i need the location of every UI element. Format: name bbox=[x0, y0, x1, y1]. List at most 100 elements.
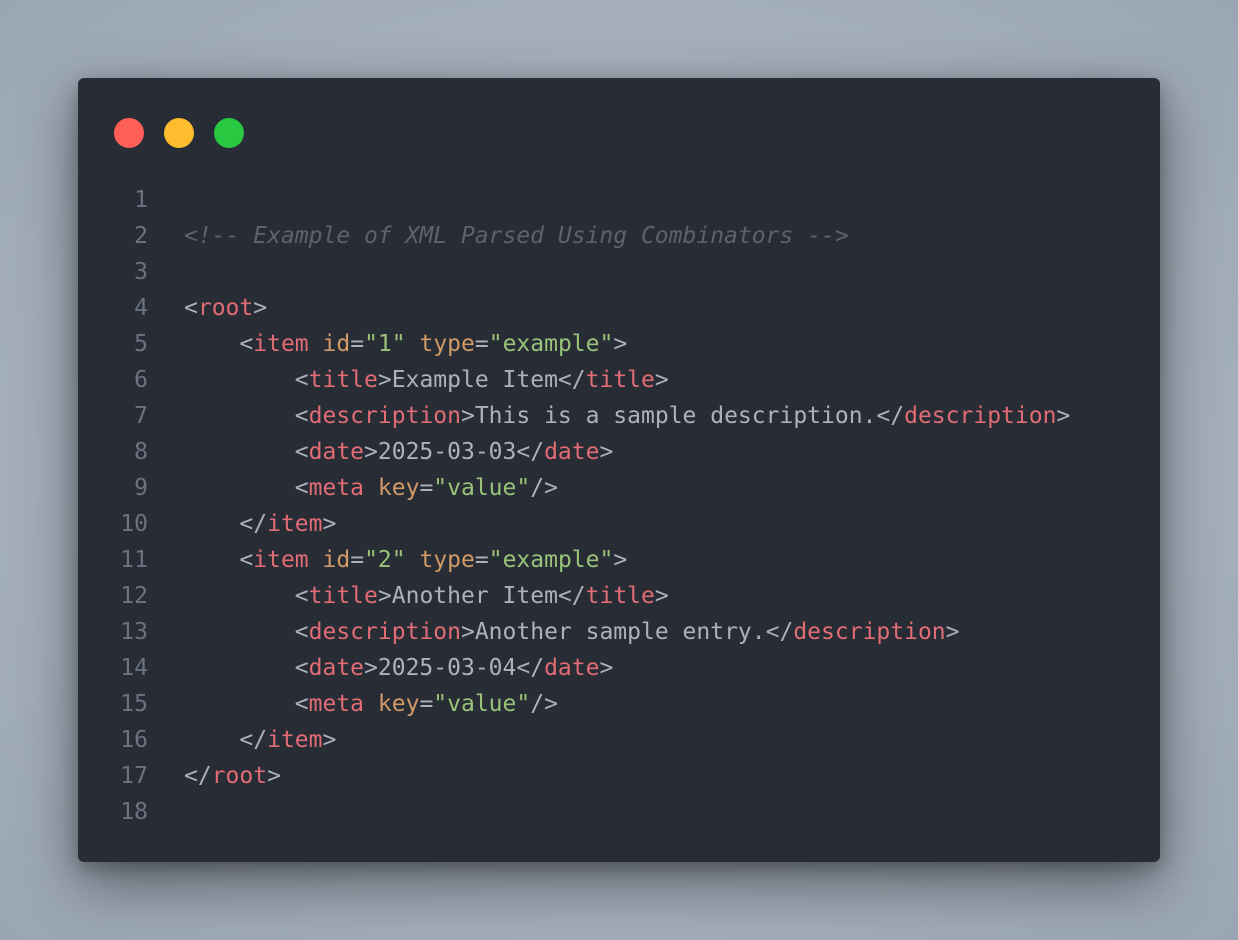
token-tag: root bbox=[197, 295, 254, 321]
token-punct: = bbox=[419, 475, 434, 501]
code-line: 5 <item id="1" type="example"> bbox=[78, 326, 1160, 362]
token-punct: </ bbox=[765, 619, 794, 645]
token-ws bbox=[406, 547, 420, 573]
line-number: 7 bbox=[134, 403, 148, 429]
line-number: 16 bbox=[120, 727, 148, 753]
line-content: <date>2025-03-04</date> bbox=[148, 650, 614, 686]
token-text: This is a sample description. bbox=[474, 403, 877, 429]
token-punct: > bbox=[364, 439, 378, 465]
line-number: 11 bbox=[120, 547, 148, 573]
token-punct: = bbox=[419, 691, 434, 717]
line-content: <description>Another sample entry.</desc… bbox=[148, 614, 960, 650]
token-punct: </ bbox=[516, 655, 545, 681]
token-ws bbox=[184, 691, 295, 717]
token-ws bbox=[184, 547, 239, 573]
line-content: <!-- Example of XML Parsed Using Combina… bbox=[148, 218, 849, 254]
token-punct: </ bbox=[239, 511, 268, 537]
token-tag: item bbox=[267, 727, 323, 753]
token-attr: type bbox=[419, 547, 475, 573]
line-content: </item> bbox=[148, 722, 336, 758]
token-punct: > bbox=[253, 295, 268, 321]
token-punct: > bbox=[1056, 403, 1071, 429]
token-text: Another Item bbox=[391, 583, 558, 609]
code-line: 18 bbox=[78, 794, 1160, 830]
token-punct: = bbox=[474, 331, 489, 357]
token-punct: = bbox=[474, 547, 489, 573]
token-tag: date bbox=[544, 655, 600, 681]
token-comment: <!-- Example of XML Parsed Using Combina… bbox=[184, 223, 849, 249]
token-punct: > bbox=[654, 583, 669, 609]
token-punct: = bbox=[350, 331, 365, 357]
token-punct: /> bbox=[530, 475, 558, 501]
line-content: <description>This is a sample descriptio… bbox=[148, 398, 1071, 434]
code-line: 9 <meta key="value"/> bbox=[78, 470, 1160, 506]
line-content: </item> bbox=[148, 506, 336, 542]
token-punct: > bbox=[613, 331, 628, 357]
token-ws bbox=[364, 691, 378, 717]
token-punct: > bbox=[599, 655, 614, 681]
code-line: 16 </item> bbox=[78, 722, 1160, 758]
token-ws bbox=[184, 367, 295, 393]
token-punct: > bbox=[322, 511, 337, 537]
token-punct: </ bbox=[557, 367, 586, 393]
token-punct: < bbox=[294, 655, 309, 681]
token-ws bbox=[406, 331, 420, 357]
code-line: 4 <root> bbox=[78, 290, 1160, 326]
token-tag: title bbox=[308, 583, 378, 609]
token-tag: date bbox=[308, 439, 365, 465]
close-button[interactable] bbox=[114, 118, 144, 148]
line-number: 14 bbox=[120, 655, 148, 681]
token-string: "example" bbox=[488, 331, 614, 357]
line-content: <root> bbox=[148, 290, 267, 326]
token-punct: </ bbox=[184, 763, 212, 789]
line-number: 17 bbox=[120, 763, 148, 789]
token-punct: < bbox=[294, 475, 309, 501]
line-number: 6 bbox=[134, 367, 148, 393]
token-tag: title bbox=[585, 367, 655, 393]
token-string: "2" bbox=[364, 547, 406, 573]
zoom-button[interactable] bbox=[214, 118, 244, 148]
token-punct: > bbox=[460, 403, 475, 429]
token-punct: < bbox=[294, 691, 309, 717]
token-punct: < bbox=[294, 619, 309, 645]
token-punct: /> bbox=[530, 691, 558, 717]
token-punct: </ bbox=[876, 403, 905, 429]
minimize-button[interactable] bbox=[164, 118, 194, 148]
line-number: 4 bbox=[134, 295, 148, 321]
token-ws bbox=[184, 475, 295, 501]
line-number: 12 bbox=[120, 583, 148, 609]
token-punct: > bbox=[364, 655, 378, 681]
line-number: 8 bbox=[134, 439, 148, 465]
token-ws bbox=[184, 331, 239, 357]
token-tag: description bbox=[904, 403, 1057, 429]
line-number: 13 bbox=[120, 619, 148, 645]
line-content: <item id="2" type="example"> bbox=[148, 542, 627, 578]
line-content: <item id="1" type="example"> bbox=[148, 326, 627, 362]
code-line: 14 <date>2025-03-04</date> bbox=[78, 650, 1160, 686]
token-string: "example" bbox=[488, 547, 614, 573]
token-punct: > bbox=[377, 367, 392, 393]
line-number: 3 bbox=[134, 259, 148, 285]
code-line: 10 </item> bbox=[78, 506, 1160, 542]
code-window: 1 2 <!-- Example of XML Parsed Using Combi… bbox=[78, 78, 1160, 862]
token-tag: item bbox=[253, 547, 309, 573]
token-tag: root bbox=[211, 763, 268, 789]
token-attr: id bbox=[322, 547, 351, 573]
token-ws bbox=[184, 655, 295, 681]
token-punct: > bbox=[460, 619, 475, 645]
token-ws bbox=[184, 439, 295, 465]
code-line: 6 <title>Example Item</title> bbox=[78, 362, 1160, 398]
line-content bbox=[148, 794, 184, 830]
token-tag: description bbox=[308, 403, 461, 429]
code-line: 13 <description>Another sample entry.</d… bbox=[78, 614, 1160, 650]
token-ws bbox=[364, 475, 378, 501]
token-punct: = bbox=[350, 547, 365, 573]
line-number: 9 bbox=[134, 475, 148, 501]
line-number: 2 bbox=[134, 223, 148, 249]
token-attr: key bbox=[377, 475, 420, 501]
line-content bbox=[148, 254, 184, 290]
code-line: 8 <date>2025-03-03</date> bbox=[78, 434, 1160, 470]
token-punct: > bbox=[599, 439, 614, 465]
token-tag: title bbox=[308, 367, 378, 393]
code-line: 17 </root> bbox=[78, 758, 1160, 794]
